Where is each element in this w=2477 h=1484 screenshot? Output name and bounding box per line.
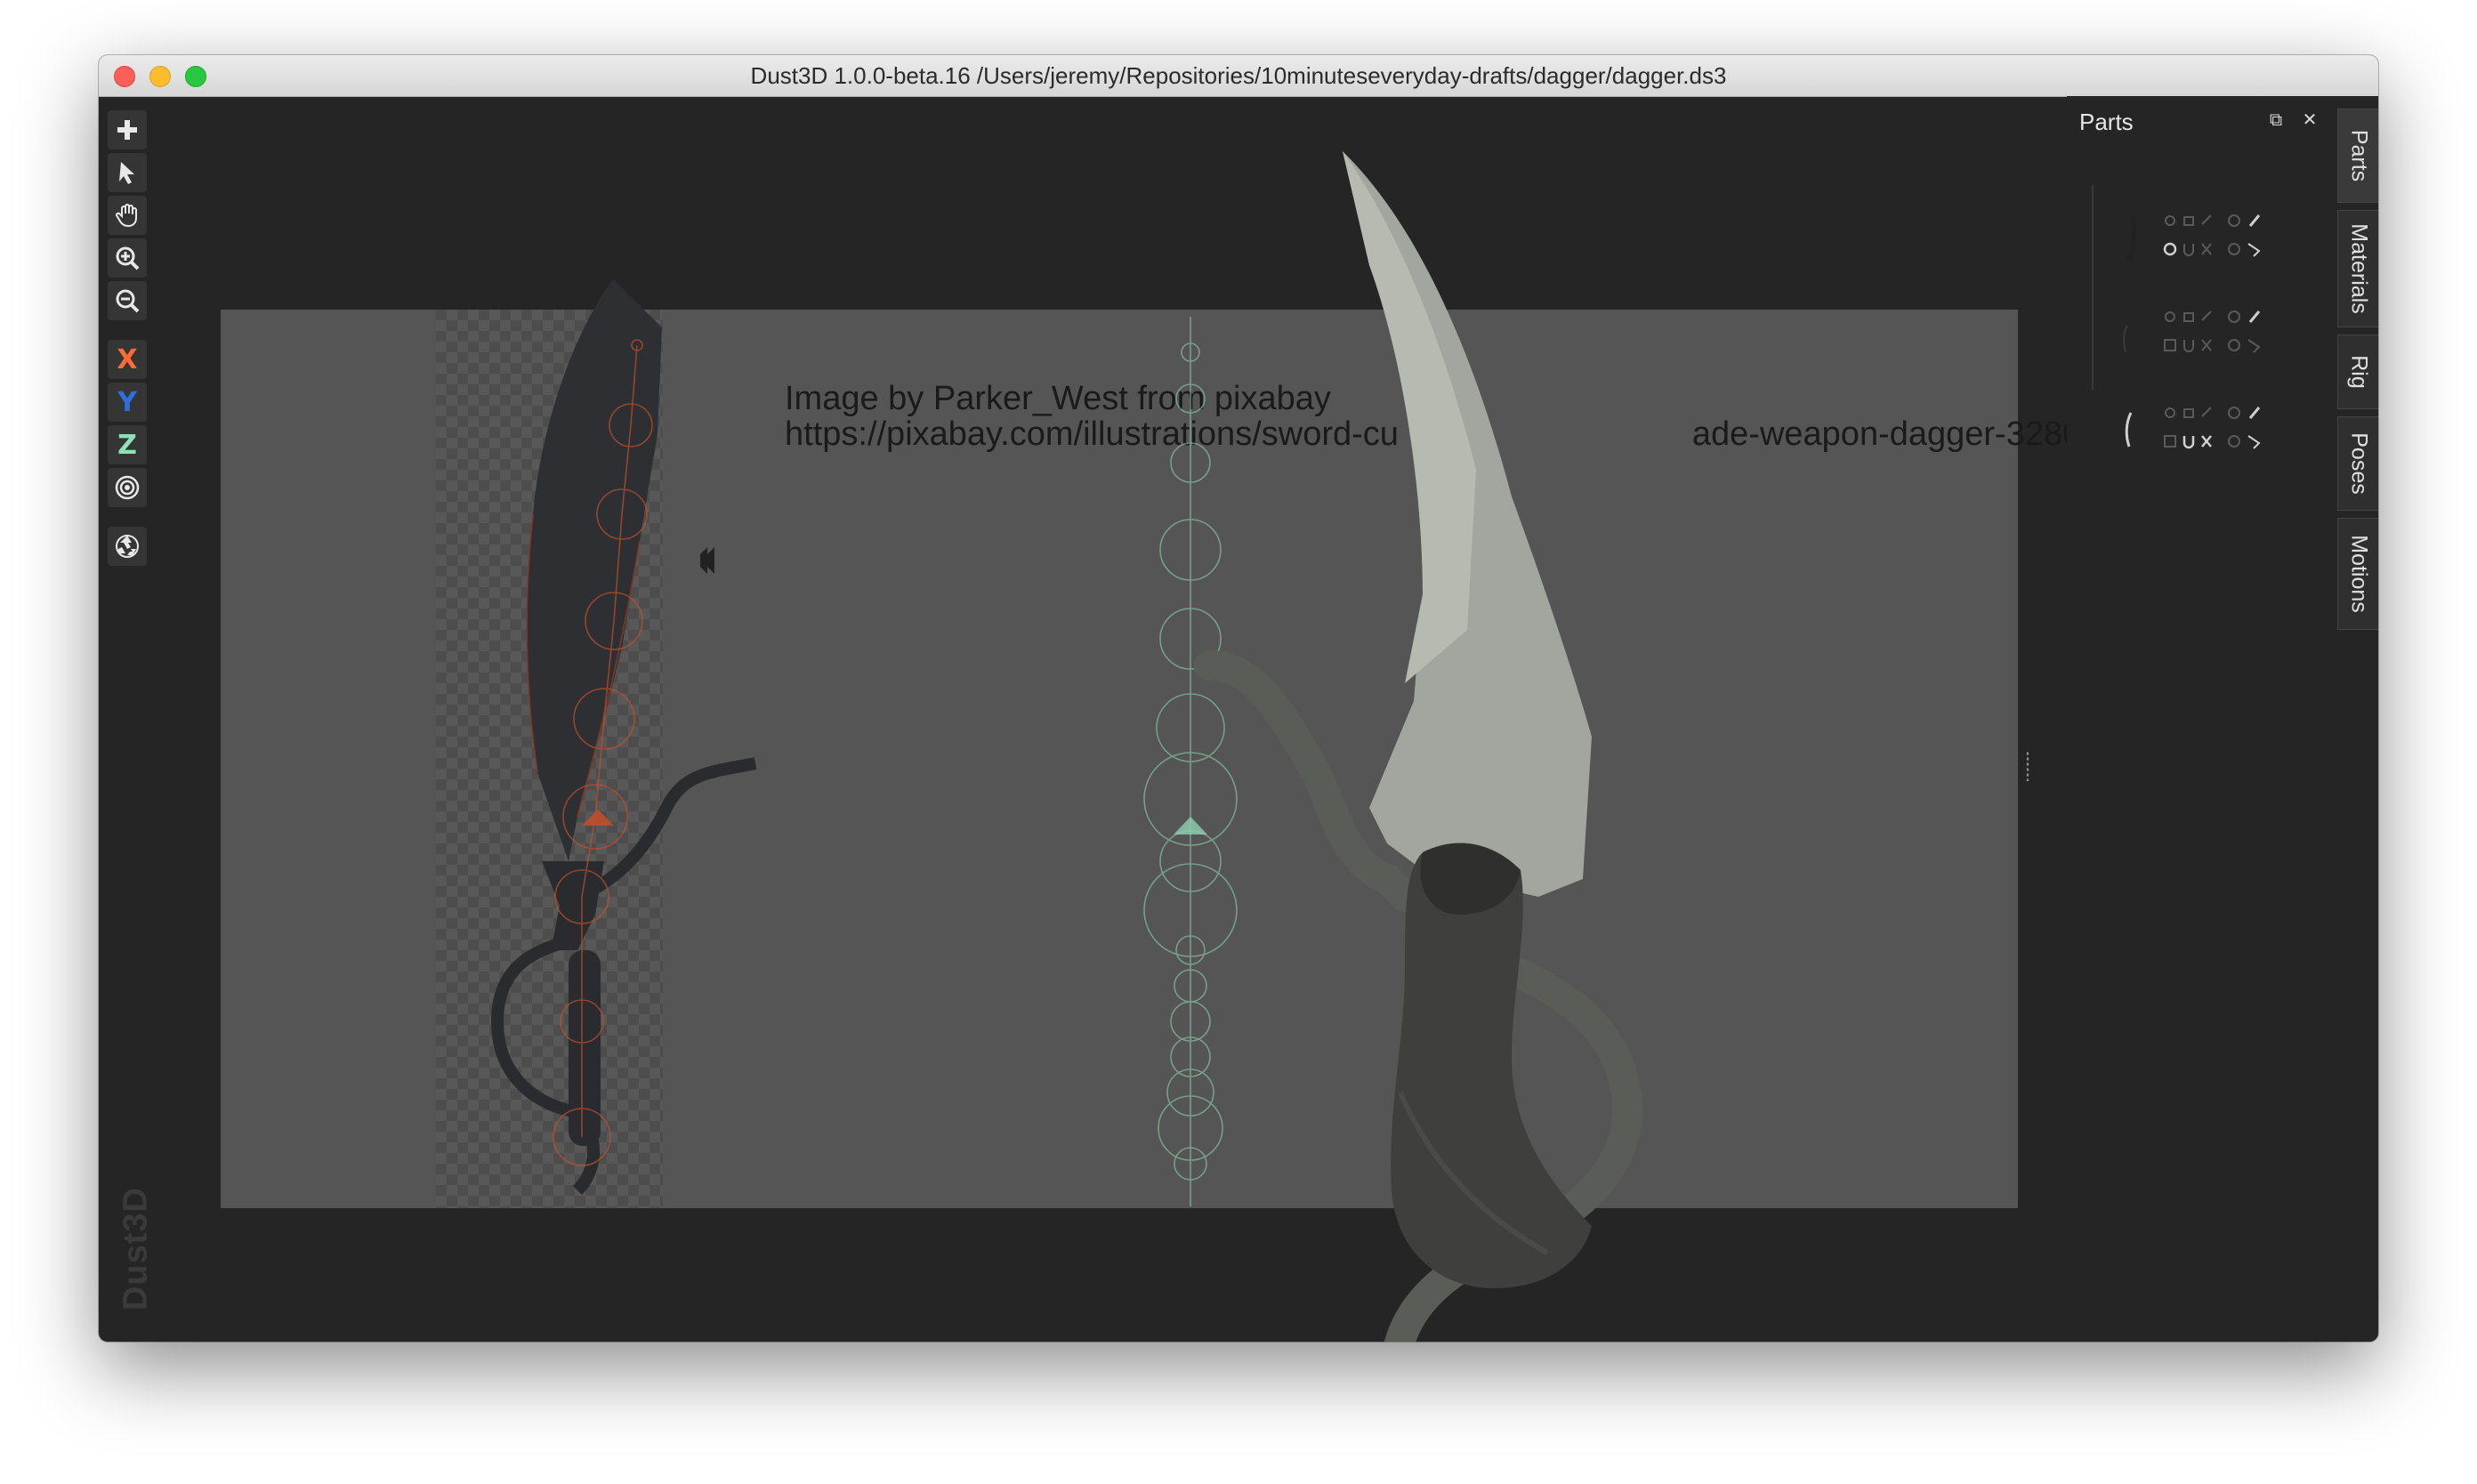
panel-splitter[interactable] [2026, 751, 2029, 781]
front-nodes [1143, 317, 1238, 1206]
recycle-icon [116, 535, 139, 558]
plus-icon [117, 120, 137, 140]
tab-materials[interactable]: Materials [2337, 210, 2378, 327]
arrow-cursor-icon [119, 162, 134, 184]
zoom-in-button[interactable] [108, 238, 147, 278]
side-anchor-marker [582, 810, 614, 826]
x-axis-lock-button[interactable]: X [108, 340, 147, 379]
z-axis-lock-button[interactable]: Z [108, 425, 147, 464]
regenerate-button[interactable] [108, 527, 147, 566]
side-spike [700, 547, 714, 574]
title-bar: Dust3D 1.0.0-beta.16 /Users/jeremy/Repos… [99, 55, 2378, 97]
close-icon[interactable]: ✕ [2300, 110, 2320, 130]
reference-dagger [490, 279, 757, 1195]
pan-button[interactable] [108, 196, 147, 235]
float-window-icon[interactable]: ⧉ [2266, 110, 2286, 130]
tab-poses[interactable]: Poses [2337, 416, 2378, 511]
part-thumbnail [2125, 412, 2133, 448]
model-canvas[interactable]: Image by Parker_West from pixabay https:… [159, 96, 2147, 1342]
zoom-in-icon [116, 246, 140, 270]
parts-panel: Parts ⧉ ✕ [2067, 96, 2378, 1342]
scene-view [490, 151, 1643, 1342]
app-window: Dust3D 1.0.0-beta.16 /Users/jeremy/Repos… [99, 55, 2378, 1342]
part-row[interactable] [2085, 290, 2352, 379]
y-axis-lock-button[interactable]: Y [108, 383, 147, 422]
dust3d-logo: Dust3D [117, 1186, 155, 1311]
hand-icon [116, 204, 137, 228]
select-button[interactable] [108, 153, 147, 192]
part-controls[interactable] [2161, 306, 2268, 359]
part-row[interactable] [2085, 194, 2352, 283]
zoom-out-button[interactable] [108, 281, 147, 320]
zoom-out-icon [116, 289, 140, 313]
tab-parts[interactable]: Parts [2337, 109, 2378, 203]
front-anchor-marker [1174, 817, 1207, 835]
part-controls[interactable] [2161, 402, 2268, 456]
part-row[interactable] [2085, 386, 2352, 475]
tab-motions[interactable]: Motions [2337, 518, 2378, 630]
part-thumbnail [2123, 325, 2128, 353]
window-title: Dust3D 1.0.0-beta.16 /Users/jeremy/Repos… [750, 62, 1727, 89]
tab-rig[interactable]: Rig [2337, 335, 2378, 409]
parts-panel-title: Parts [2079, 109, 2134, 135]
add-node-button[interactable] [108, 110, 147, 149]
dagger-model [1194, 151, 1643, 1342]
radius-lock-button[interactable] [108, 468, 147, 507]
target-icon [115, 475, 140, 500]
part-thumbnail [2126, 216, 2138, 262]
part-controls[interactable] [2161, 210, 2268, 263]
